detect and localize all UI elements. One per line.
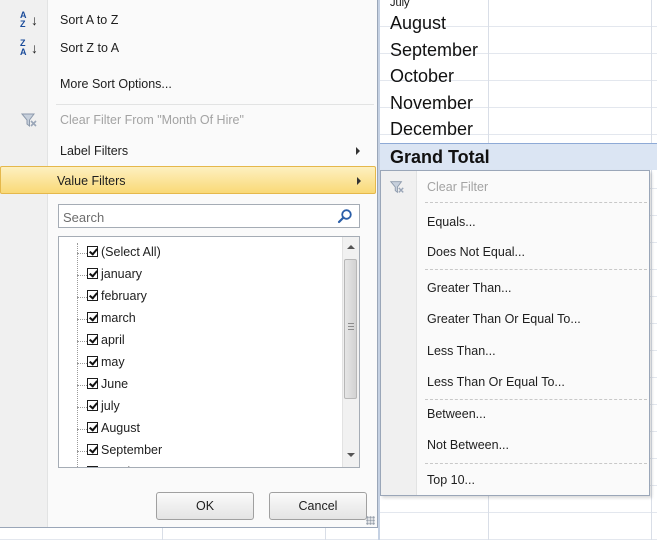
clear-filter-icon bbox=[389, 179, 405, 195]
greater-than-or-equal-item[interactable]: Greater Than Or Equal To... bbox=[381, 305, 649, 333]
checklist-item-label: September bbox=[101, 443, 163, 457]
tree-branch-line bbox=[77, 363, 87, 364]
tree-branch-line bbox=[77, 253, 87, 254]
value-filters-label: Value Filters bbox=[57, 174, 126, 188]
cancel-button[interactable]: Cancel bbox=[269, 492, 367, 520]
month-cell[interactable]: November bbox=[390, 90, 473, 116]
month-cell[interactable]: October bbox=[390, 63, 454, 89]
menu-separator bbox=[56, 104, 374, 105]
tree-branch-line bbox=[77, 451, 87, 452]
clear-filter-item[interactable]: Clear Filter From "Month Of Hire" bbox=[4, 106, 374, 134]
checkbox-checked-icon[interactable] bbox=[87, 422, 98, 433]
month-cell[interactable]: September bbox=[390, 37, 478, 63]
submenu-arrow-icon bbox=[357, 177, 361, 185]
checklist-scrollbar[interactable] bbox=[342, 237, 359, 467]
checkbox-checked-icon[interactable] bbox=[87, 334, 98, 345]
submenu-separator bbox=[425, 269, 647, 270]
checklist-item-label: August bbox=[101, 421, 140, 435]
between-item[interactable]: Between... bbox=[381, 400, 649, 428]
submenu-separator bbox=[425, 463, 647, 464]
month-cell[interactable]: August bbox=[390, 10, 446, 36]
value-checklist: (Select All) january february march april may… bbox=[58, 236, 360, 468]
ok-button[interactable]: OK bbox=[156, 492, 254, 520]
search-box[interactable] bbox=[58, 204, 360, 228]
greater-than-label: Greater Than... bbox=[427, 281, 512, 295]
tree-branch-line bbox=[77, 385, 87, 386]
tree-line bbox=[77, 243, 78, 467]
checklist-item-label: may bbox=[101, 355, 125, 369]
scroll-down-arrow-icon[interactable] bbox=[347, 453, 355, 457]
less-than-or-equal-item[interactable]: Less Than Or Equal To... bbox=[381, 368, 649, 396]
checkbox-checked-icon[interactable] bbox=[87, 378, 98, 389]
does-not-equal-item[interactable]: Does Not Equal... bbox=[381, 238, 649, 266]
tree-branch-line bbox=[77, 407, 87, 408]
value-filters-submenu: Clear Filter Equals... Does Not Equal...… bbox=[380, 170, 650, 496]
scroll-up-arrow-icon[interactable] bbox=[347, 245, 355, 249]
submenu-arrow-icon bbox=[356, 147, 360, 155]
equals-item[interactable]: Equals... bbox=[381, 208, 649, 236]
top-10-label: Top 10... bbox=[427, 473, 475, 487]
checkbox-checked-icon[interactable] bbox=[87, 466, 98, 467]
grand-total-label: Grand Total bbox=[390, 147, 490, 167]
tree-branch-line bbox=[77, 275, 87, 276]
top-10-item[interactable]: Top 10... bbox=[381, 466, 649, 494]
checkbox-checked-icon[interactable] bbox=[87, 356, 98, 367]
less-than-item[interactable]: Less Than... bbox=[381, 337, 649, 365]
submenu-clear-filter-label: Clear Filter bbox=[427, 180, 489, 194]
tree-branch-line bbox=[77, 319, 87, 320]
checklist-item-label: july bbox=[101, 399, 120, 413]
more-sort-options-item[interactable]: More Sort Options... bbox=[4, 70, 374, 98]
checkbox-checked-icon[interactable] bbox=[87, 246, 98, 257]
value-filters-item[interactable]: Value Filters bbox=[0, 166, 376, 194]
less-than-or-equal-label: Less Than Or Equal To... bbox=[427, 375, 565, 389]
greater-than-item[interactable]: Greater Than... bbox=[381, 274, 649, 302]
tree-branch-line bbox=[77, 341, 87, 342]
sort-a-to-z-icon: A Z ↓ bbox=[20, 10, 38, 29]
sort-a-to-z-item[interactable]: A Z ↓ Sort A to Z bbox=[4, 6, 374, 34]
tree-branch-line bbox=[77, 297, 87, 298]
checkbox-checked-icon[interactable] bbox=[87, 444, 98, 455]
not-between-label: Not Between... bbox=[427, 438, 509, 452]
scroll-thumb[interactable] bbox=[344, 259, 357, 399]
search-icon[interactable] bbox=[337, 208, 353, 224]
checklist-item-label: february bbox=[101, 289, 147, 303]
clear-filter-icon bbox=[20, 111, 38, 129]
checklist-item-label: June bbox=[101, 377, 129, 391]
less-than-label: Less Than... bbox=[427, 344, 496, 358]
does-not-equal-label: Does Not Equal... bbox=[427, 245, 525, 259]
checkbox-checked-icon[interactable] bbox=[87, 290, 98, 301]
resize-grip-icon[interactable] bbox=[366, 516, 375, 525]
more-sort-options-label: More Sort Options... bbox=[60, 77, 172, 91]
sort-a-to-z-label: Sort A to Z bbox=[60, 13, 119, 27]
greater-than-or-equal-label: Greater Than Or Equal To... bbox=[427, 312, 581, 326]
between-label: Between... bbox=[427, 407, 487, 421]
checklist-item-label: (Select All) bbox=[101, 245, 161, 259]
sort-z-to-a-label: Sort Z to A bbox=[60, 41, 120, 55]
checklist-item-label: january bbox=[101, 267, 142, 281]
checkbox-checked-icon[interactable] bbox=[87, 268, 98, 279]
month-cell[interactable]: December bbox=[390, 116, 473, 142]
tree-branch-line bbox=[77, 429, 87, 430]
checklist-item-label: march bbox=[101, 311, 136, 325]
filter-dropdown-menu: A Z ↓ Sort A to Z Z A ↓ Sort Z to A More… bbox=[0, 0, 378, 528]
submenu-clear-filter-item[interactable]: Clear Filter bbox=[381, 173, 649, 201]
label-filters-label: Label Filters bbox=[60, 144, 129, 158]
month-cell[interactable]: July bbox=[390, 0, 410, 10]
sort-z-to-a-item[interactable]: Z A ↓ Sort Z to A bbox=[4, 34, 374, 62]
sort-z-to-a-icon: Z A ↓ bbox=[20, 38, 38, 57]
not-between-item[interactable]: Not Between... bbox=[381, 431, 649, 459]
label-filters-item[interactable]: Label Filters bbox=[4, 137, 374, 165]
grand-total-row[interactable]: Grand Total bbox=[380, 143, 657, 170]
clear-filter-label: Clear Filter From "Month Of Hire" bbox=[60, 113, 244, 127]
equals-label: Equals... bbox=[427, 215, 476, 229]
checkbox-checked-icon[interactable] bbox=[87, 312, 98, 323]
checkbox-checked-icon[interactable] bbox=[87, 400, 98, 411]
checklist-item-label: april bbox=[101, 333, 125, 347]
scroll-grip-icon bbox=[348, 323, 354, 330]
checklist-item-label: October bbox=[101, 462, 145, 467]
search-input[interactable] bbox=[61, 207, 335, 227]
submenu-separator bbox=[425, 202, 647, 203]
